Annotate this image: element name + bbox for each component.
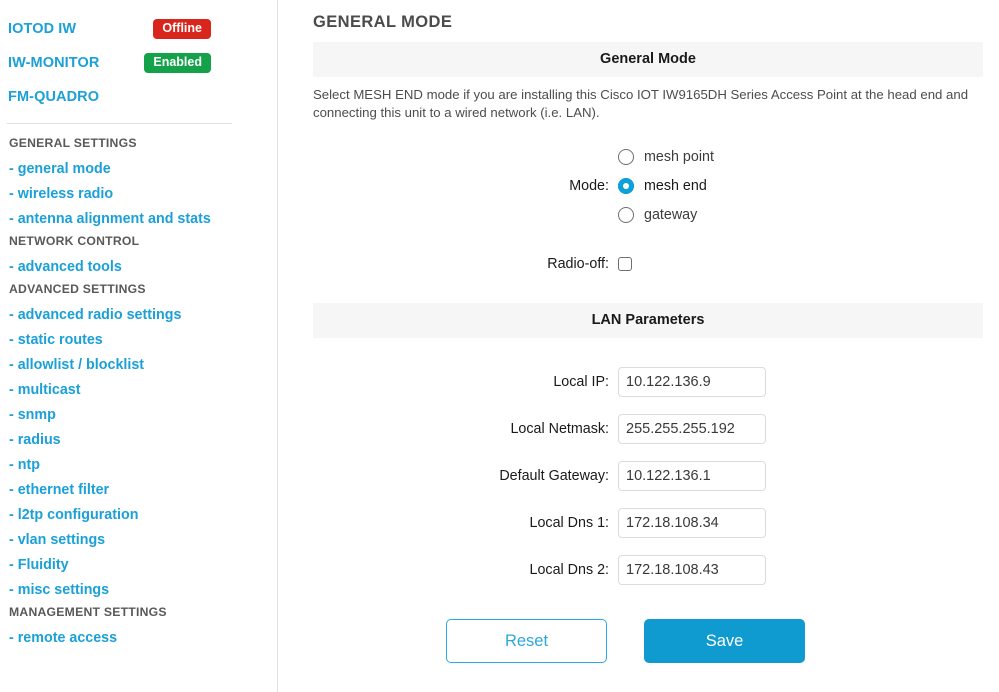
sidebar-top-link-row-fm-quadro: FM-QUADRO <box>8 80 269 114</box>
field-row-local-dns-1: Local Dns 1: <box>278 499 999 546</box>
general-mode-description: Select MESH END mode if you are installi… <box>313 87 969 120</box>
sidebar-item-remote-access[interactable]: - remote access <box>8 625 269 650</box>
mode-option-mesh-end[interactable]: Mode: mesh end <box>278 171 999 200</box>
field-row-default-gateway: Default Gateway: <box>278 452 999 499</box>
sidebar-item-general-mode[interactable]: - general mode <box>8 156 269 181</box>
sidebar-link-iotod-iw[interactable]: IOTOD IW <box>8 21 76 37</box>
form-actions: Reset Save <box>278 619 999 664</box>
sidebar-top-link-row-iw-monitor: IW-MONITOR Enabled <box>8 46 269 80</box>
sidebar-group-advanced-settings: ADVANCED SETTINGS <box>9 282 146 296</box>
sidebar-item-l2tp-configuration[interactable]: - l2tp configuration <box>8 502 269 527</box>
status-badge-offline: Offline <box>153 19 211 39</box>
radio-mesh-end-icon[interactable] <box>618 177 634 194</box>
sidebar-top-link-row-iotod-iw: IOTOD IW Offline <box>8 12 269 46</box>
field-row-local-dns-2: Local Dns 2: <box>278 546 999 593</box>
reset-button[interactable]: Reset <box>446 619 607 664</box>
label-local-dns-2: Local Dns 2: <box>529 561 609 578</box>
save-button[interactable]: Save <box>644 619 805 664</box>
label-default-gateway: Default Gateway: <box>499 467 609 484</box>
sidebar-item-multicast[interactable]: - multicast <box>8 377 269 402</box>
radio-label-gateway: gateway <box>644 206 698 223</box>
input-local-dns-2[interactable] <box>618 554 766 585</box>
sidebar-item-ethernet-filter[interactable]: - ethernet filter <box>8 477 269 502</box>
label-local-dns-1: Local Dns 1: <box>529 514 609 531</box>
main-content: GENERAL MODE General Mode Select MESH EN… <box>278 0 999 692</box>
mode-radio-group: mesh point Mode: mesh end gateway Radio-… <box>278 142 999 277</box>
sidebar-top-links: IOTOD IW Offline IW-MONITOR Enabled FM-Q… <box>0 0 277 114</box>
sidebar-item-wireless-radio[interactable]: - wireless radio <box>8 181 269 206</box>
input-default-gateway[interactable] <box>618 460 766 491</box>
status-badge-enabled: Enabled <box>144 53 211 73</box>
radio-off-row: Radio-off: <box>278 251 999 277</box>
sidebar-group-management-settings: MANAGEMENT SETTINGS <box>9 605 167 619</box>
label-local-netmask: Local Netmask: <box>510 420 609 437</box>
mode-label: Mode: <box>569 177 609 194</box>
sidebar-group-general-settings: GENERAL SETTINGS <box>9 136 137 150</box>
sidebar-item-advanced-tools[interactable]: - advanced tools <box>8 254 269 279</box>
radio-label-mesh-end: mesh end <box>644 177 707 194</box>
radio-mesh-point-icon[interactable] <box>618 148 634 165</box>
input-local-ip[interactable] <box>618 366 766 397</box>
label-local-ip: Local IP: <box>553 373 609 390</box>
sidebar-group-network-control: NETWORK CONTROL <box>9 234 140 248</box>
radio-gateway-icon[interactable] <box>618 206 634 223</box>
lan-parameters-form: Local IP: Local Netmask: Default Gateway… <box>278 358 999 593</box>
input-local-netmask[interactable] <box>618 413 766 444</box>
radio-off-label: Radio-off: <box>547 256 609 273</box>
field-row-local-ip: Local IP: <box>278 358 999 405</box>
sidebar-item-vlan-settings[interactable]: - vlan settings <box>8 527 269 552</box>
sidebar-link-fm-quadro[interactable]: FM-QUADRO <box>8 89 99 105</box>
sidebar-item-snmp[interactable]: - snmp <box>8 402 269 427</box>
sidebar-item-radius[interactable]: - radius <box>8 427 269 452</box>
field-row-local-netmask: Local Netmask: <box>278 405 999 452</box>
mode-option-mesh-point[interactable]: mesh point <box>278 142 999 171</box>
sidebar-item-misc-settings[interactable]: - misc settings <box>8 577 269 602</box>
sidebar-item-allowlist-blocklist[interactable]: - allowlist / blocklist <box>8 352 269 377</box>
mode-option-gateway[interactable]: gateway <box>278 200 999 229</box>
section-header-general-mode: General Mode <box>313 42 983 77</box>
input-local-dns-1[interactable] <box>618 507 766 538</box>
sidebar: IOTOD IW Offline IW-MONITOR Enabled FM-Q… <box>0 0 278 692</box>
radio-off-checkbox[interactable] <box>618 257 632 272</box>
sidebar-item-antenna-alignment-and-stats[interactable]: - antenna alignment and stats <box>8 206 269 231</box>
page-title: GENERAL MODE <box>313 13 453 31</box>
section-header-lan-parameters: LAN Parameters <box>313 303 983 339</box>
sidebar-item-static-routes[interactable]: - static routes <box>8 327 269 352</box>
radio-label-mesh-point: mesh point <box>644 148 714 165</box>
sidebar-link-iw-monitor[interactable]: IW-MONITOR <box>8 55 99 71</box>
sidebar-item-advanced-radio-settings[interactable]: - advanced radio settings <box>8 302 269 327</box>
sidebar-menu: GENERAL SETTINGS - general mode - wirele… <box>0 124 277 650</box>
sidebar-item-ntp[interactable]: - ntp <box>8 452 269 477</box>
sidebar-item-fluidity[interactable]: - Fluidity <box>8 552 269 577</box>
app-root: IOTOD IW Offline IW-MONITOR Enabled FM-Q… <box>0 0 999 692</box>
